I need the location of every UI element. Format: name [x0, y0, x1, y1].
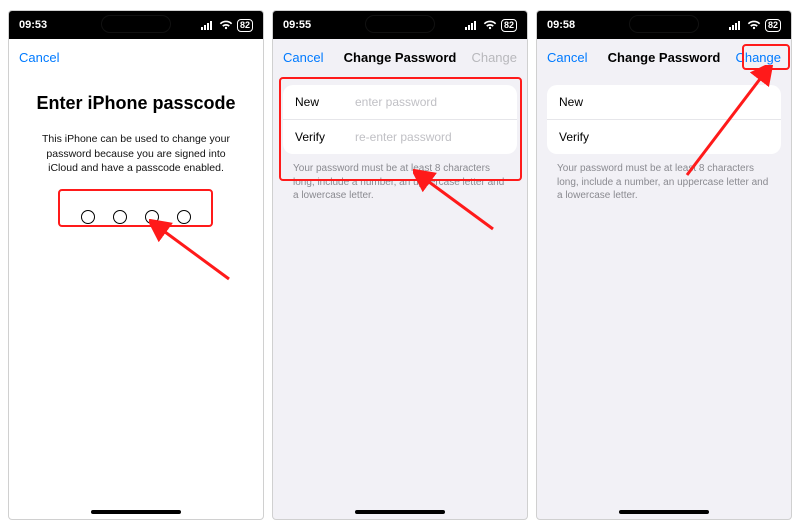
passcode-dots[interactable]: [25, 204, 247, 230]
status-bar: 09:55 82: [273, 11, 527, 39]
password-form: New Verify: [547, 85, 781, 154]
battery-icon: 82: [765, 19, 781, 32]
change-button[interactable]: Change: [457, 50, 517, 65]
home-indicator[interactable]: [619, 510, 709, 514]
new-password-row[interactable]: New enter password: [283, 85, 517, 120]
status-right: 82: [201, 19, 253, 32]
change-button[interactable]: Change: [721, 50, 781, 65]
verify-password-row[interactable]: Verify: [547, 120, 781, 154]
password-hint: Your password must be at least 8 charact…: [537, 158, 791, 203]
nav-bar: Cancel Change Password Change: [537, 39, 791, 75]
page-title: Change Password: [607, 50, 721, 65]
passcode-dot-2: [113, 210, 127, 224]
verify-password-field[interactable]: re-enter password: [355, 130, 505, 144]
notch: [629, 15, 699, 33]
status-time: 09:58: [547, 19, 587, 31]
page-title: Enter iPhone passcode: [25, 93, 247, 114]
password-hint: Your password must be at least 8 charact…: [273, 158, 527, 203]
status-time: 09:55: [283, 19, 323, 31]
battery-icon: 82: [237, 19, 253, 32]
status-right: 82: [465, 19, 517, 32]
home-indicator[interactable]: [91, 510, 181, 514]
notch: [101, 15, 171, 33]
page-title: Change Password: [343, 50, 457, 65]
cancel-button[interactable]: Cancel: [283, 50, 343, 65]
passcode-dot-4: [177, 210, 191, 224]
new-password-field[interactable]: enter password: [355, 95, 505, 109]
wifi-icon: [483, 20, 497, 30]
new-password-label: New: [559, 95, 619, 109]
passcode-desc: This iPhone can be used to change your p…: [25, 132, 247, 176]
new-password-label: New: [295, 95, 355, 109]
verify-password-label: Verify: [559, 130, 619, 144]
screen-change-password-empty: 09:55 82 Cancel Change Password Change N…: [272, 10, 528, 520]
status-bar: 09:58 82: [537, 11, 791, 39]
wifi-icon: [219, 20, 233, 30]
signal-icon: [729, 20, 743, 30]
cancel-button[interactable]: Cancel: [547, 50, 607, 65]
new-password-row[interactable]: New: [547, 85, 781, 120]
cancel-button[interactable]: Cancel: [19, 50, 79, 65]
status-bar: 09:53 82: [9, 11, 263, 39]
signal-icon: [201, 20, 215, 30]
notch: [365, 15, 435, 33]
passcode-dot-3: [145, 210, 159, 224]
verify-password-label: Verify: [295, 130, 355, 144]
password-form: New enter password Verify re-enter passw…: [283, 85, 517, 154]
nav-bar: Cancel: [9, 39, 263, 75]
status-right: 82: [729, 19, 781, 32]
home-indicator[interactable]: [355, 510, 445, 514]
verify-password-row[interactable]: Verify re-enter password: [283, 120, 517, 154]
status-time: 09:53: [19, 19, 59, 31]
signal-icon: [465, 20, 479, 30]
screen-enter-passcode: 09:53 82 Cancel Enter iPhone passcode Th…: [8, 10, 264, 520]
battery-icon: 82: [501, 19, 517, 32]
wifi-icon: [747, 20, 761, 30]
passcode-dot-1: [81, 210, 95, 224]
nav-bar: Cancel Change Password Change: [273, 39, 527, 75]
screen-change-password-ready: 09:58 82 Cancel Change Password Change N…: [536, 10, 792, 520]
